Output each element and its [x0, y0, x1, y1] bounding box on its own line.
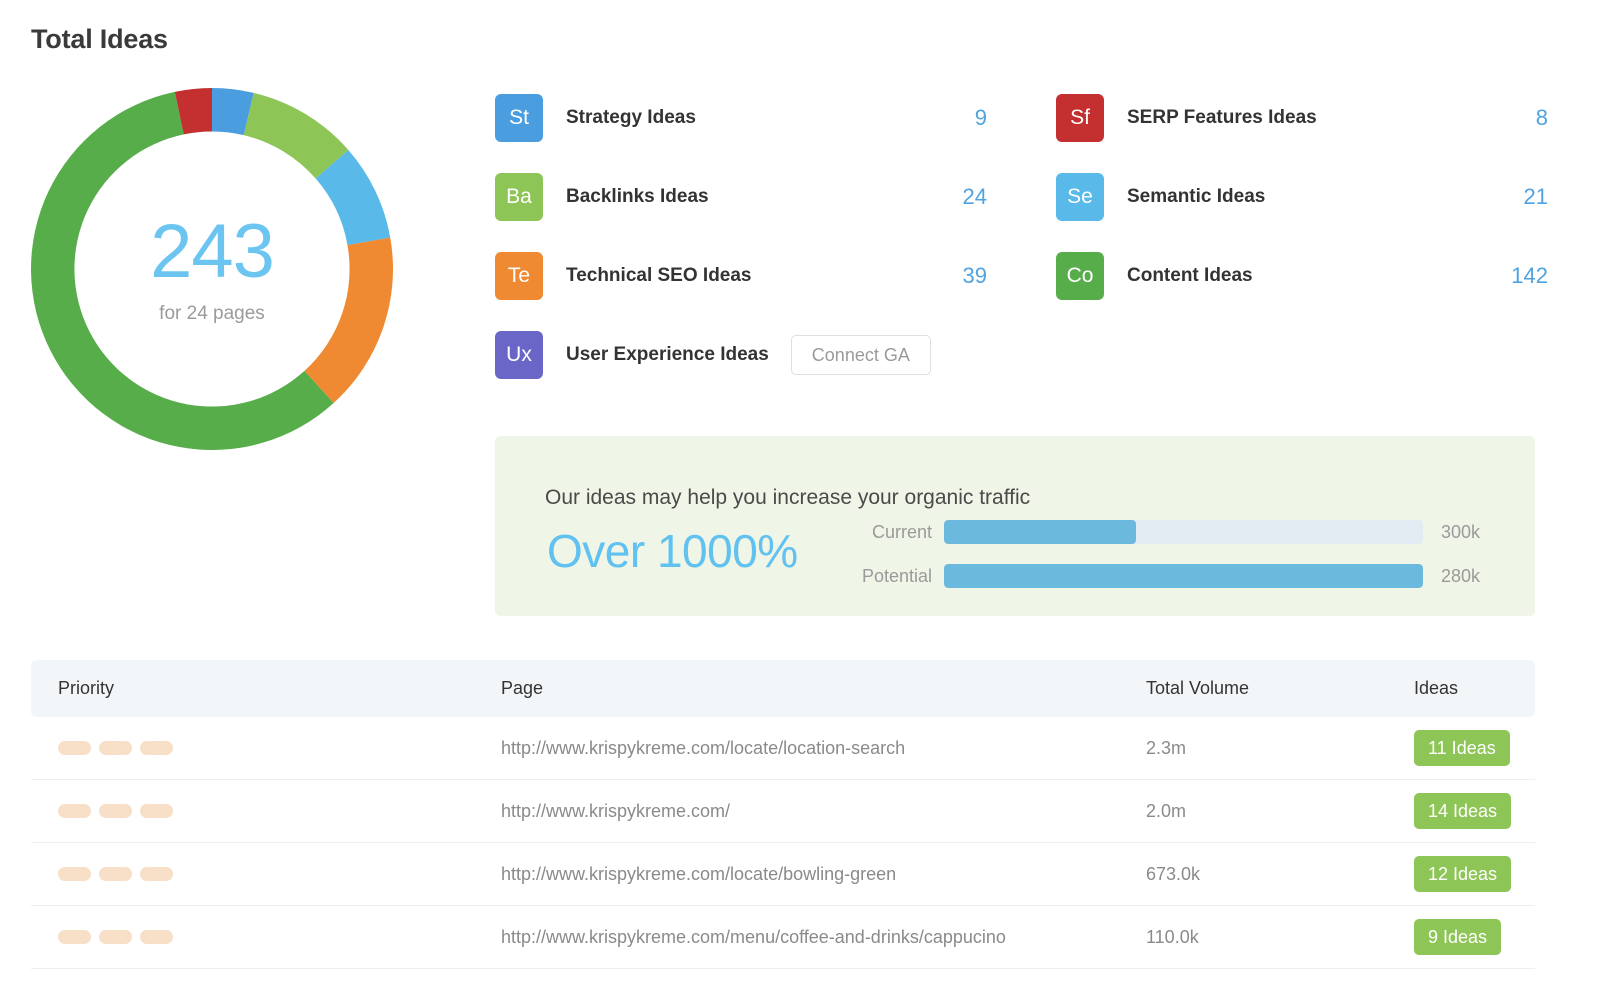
legend-value: 8	[1536, 105, 1548, 131]
legend-tile-icon: Ux	[495, 331, 543, 379]
cell-ideas: 11 Ideas	[1414, 730, 1535, 766]
legend-value: 39	[963, 263, 987, 289]
legend-value: 21	[1524, 184, 1548, 210]
cell-ideas: 9 Ideas	[1414, 919, 1535, 955]
legend-label: Semantic Ideas	[1127, 186, 1265, 208]
cell-page-url[interactable]: http://www.krispykreme.com/locate/locati…	[501, 738, 1146, 759]
priority-indicator	[58, 804, 501, 818]
priority-pill	[140, 741, 173, 755]
page-title: Total Ideas	[31, 24, 168, 55]
cell-ideas: 12 Ideas	[1414, 856, 1535, 892]
column-header-page: Page	[501, 678, 1146, 699]
legend-label: Strategy Ideas	[566, 107, 696, 129]
legend-row[interactable]: Sf SERP Features Ideas 8	[1056, 94, 1548, 142]
priority-pill	[58, 741, 91, 755]
legend-column-left: StStrategy Ideas9BaBacklinks Ideas24TeTe…	[495, 94, 987, 410]
legend-tile-icon: St	[495, 94, 543, 142]
priority-pill	[140, 930, 173, 944]
pages-table: Priority Page Total Volume Ideas http://…	[31, 660, 1535, 969]
cell-priority	[31, 741, 501, 755]
table-row[interactable]: http://www.krispykreme.com/menu/coffee-a…	[31, 906, 1535, 969]
table-row[interactable]: http://www.krispykreme.com/2.0m14 Ideas	[31, 780, 1535, 843]
priority-pill	[58, 867, 91, 881]
column-header-total-volume: Total Volume	[1146, 678, 1414, 699]
traffic-bar-label: Current	[847, 522, 944, 543]
priority-pill	[99, 930, 132, 944]
priority-indicator	[58, 930, 501, 944]
ideas-donut-chart: 243 for 24 pages	[31, 88, 393, 450]
connect-ga-button[interactable]: Connect GA	[791, 335, 931, 375]
organic-traffic-panel: Our ideas may help you increase your org…	[495, 436, 1535, 616]
legend-row[interactable]: Co Content Ideas 142	[1056, 252, 1548, 300]
column-header-priority: Priority	[31, 678, 501, 699]
cell-page-url[interactable]: http://www.krispykreme.com/menu/coffee-a…	[501, 927, 1146, 948]
column-header-ideas: Ideas	[1414, 678, 1535, 699]
legend-label: Backlinks Ideas	[566, 186, 709, 208]
legend-value: 24	[963, 184, 987, 210]
legend-tile-icon: Te	[495, 252, 543, 300]
legend-tile-icon: Se	[1056, 173, 1104, 221]
cell-ideas: 14 Ideas	[1414, 793, 1535, 829]
ideas-badge[interactable]: 11 Ideas	[1414, 730, 1510, 766]
table-row[interactable]: http://www.krispykreme.com/locate/locati…	[31, 717, 1535, 780]
legend-label: SERP Features Ideas	[1127, 107, 1317, 129]
donut-segment[interactable]	[304, 238, 393, 403]
legend-row[interactable]: Se Semantic Ideas 21	[1056, 173, 1548, 221]
traffic-bar-label: Potential	[847, 566, 944, 587]
legend-label: User Experience Ideas	[566, 344, 769, 366]
table-body: http://www.krispykreme.com/locate/locati…	[31, 717, 1535, 969]
traffic-bar-track	[944, 520, 1423, 544]
traffic-headline: Our ideas may help you increase your org…	[545, 486, 1030, 510]
cell-total-volume: 673.0k	[1146, 864, 1414, 885]
legend-value: 142	[1511, 263, 1548, 289]
cell-priority	[31, 930, 501, 944]
traffic-increase-value: Over 1000%	[547, 524, 798, 578]
donut-svg	[31, 88, 393, 450]
ideas-badge[interactable]: 12 Ideas	[1414, 856, 1511, 892]
legend-tile-icon: Sf	[1056, 94, 1104, 142]
total-ideas-report: Total Ideas 243 for 24 pages St Strategy …	[0, 0, 1600, 1006]
legend-value: 9	[975, 105, 987, 131]
traffic-bar-value: 280k	[1423, 566, 1497, 587]
legend-tile-icon: Co	[1056, 252, 1104, 300]
traffic-bar-value: 300k	[1423, 522, 1497, 543]
cell-total-volume: 2.3m	[1146, 738, 1414, 759]
legend-column-right: Sf SERP Features Ideas 8 Se Semantic Ideas 21…	[1056, 94, 1548, 331]
legend-row[interactable]: Te Technical SEO Ideas 39	[495, 252, 987, 300]
legend-label: Content Ideas	[1127, 265, 1253, 287]
traffic-bar-row: Current 300k	[847, 520, 1497, 544]
cell-page-url[interactable]: http://www.krispykreme.com/	[501, 801, 1146, 822]
priority-indicator	[58, 741, 501, 755]
priority-indicator	[58, 867, 501, 881]
legend-label: Technical SEO Ideas	[566, 265, 752, 287]
priority-pill	[58, 804, 91, 818]
priority-pill	[58, 930, 91, 944]
priority-pill	[140, 804, 173, 818]
ideas-badge[interactable]: 14 Ideas	[1414, 793, 1511, 829]
traffic-bar-fill	[944, 564, 1423, 588]
cell-priority	[31, 867, 501, 881]
table-row[interactable]: http://www.krispykreme.com/locate/bowlin…	[31, 843, 1535, 906]
priority-pill	[99, 804, 132, 818]
traffic-bar-list: Current 300k Potential 280k	[847, 520, 1497, 608]
cell-page-url[interactable]: http://www.krispykreme.com/locate/bowlin…	[501, 864, 1146, 885]
traffic-bar-fill	[944, 520, 1136, 544]
cell-total-volume: 110.0k	[1146, 927, 1414, 948]
table-header-row: Priority Page Total Volume Ideas	[31, 660, 1535, 717]
legend-tile-icon: Ba	[495, 173, 543, 221]
legend-row[interactable]: Ux User Experience Ideas Connect GA	[495, 331, 987, 379]
legend-row[interactable]: Ba Backlinks Ideas 24	[495, 173, 987, 221]
cell-priority	[31, 804, 501, 818]
priority-pill	[99, 741, 132, 755]
cell-total-volume: 2.0m	[1146, 801, 1414, 822]
priority-pill	[140, 867, 173, 881]
priority-pill	[99, 867, 132, 881]
traffic-bar-row: Potential 280k	[847, 564, 1497, 588]
ideas-badge[interactable]: 9 Ideas	[1414, 919, 1501, 955]
legend-row[interactable]: St Strategy Ideas 9	[495, 94, 987, 142]
traffic-bar-track	[944, 564, 1423, 588]
